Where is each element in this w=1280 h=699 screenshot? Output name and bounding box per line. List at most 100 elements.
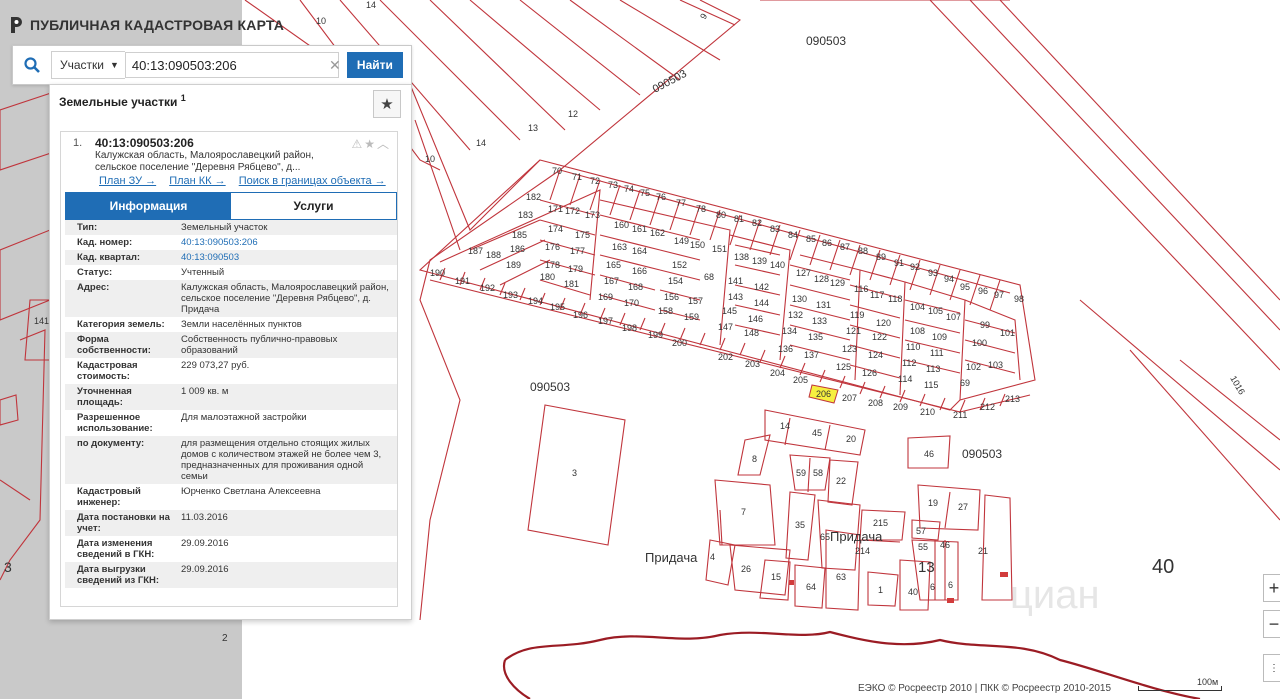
svg-text:102: 102: [966, 362, 981, 372]
clear-icon[interactable]: ✕: [329, 57, 341, 74]
star-icon[interactable]: ★: [364, 137, 377, 151]
svg-text:71: 71: [572, 172, 582, 182]
strip-label: 13: [528, 123, 538, 133]
svg-text:166: 166: [632, 266, 647, 276]
svg-text:178: 178: [545, 260, 560, 270]
svg-text:152: 152: [672, 260, 687, 270]
svg-text:14: 14: [780, 421, 790, 431]
road-label: 1016: [1228, 374, 1247, 396]
svg-text:111: 111: [930, 348, 944, 358]
svg-text:59: 59: [796, 468, 806, 478]
svg-text:134: 134: [782, 326, 797, 336]
svg-text:139: 139: [752, 256, 767, 266]
scale-bar: [1138, 686, 1222, 691]
result-index: 1.: [73, 137, 83, 149]
info-key: Кад. номер:: [65, 235, 179, 250]
svg-text:92: 92: [910, 262, 920, 272]
info-value-link[interactable]: 40:13:090503:206: [179, 235, 397, 250]
svg-text:19: 19: [928, 498, 938, 508]
svg-text:213: 213: [1005, 394, 1020, 404]
card-tools: ⚠★︿: [351, 135, 391, 152]
svg-text:94: 94: [944, 274, 954, 284]
svg-text:177: 177: [570, 246, 585, 256]
svg-text:207: 207: [842, 393, 857, 403]
info-table: Тип: Земельный участок Кад. номер: 40:13:09…: [65, 220, 397, 588]
info-row: Адрес: Калужская область, Малоярославецки…: [65, 280, 397, 317]
svg-text:99: 99: [980, 320, 990, 330]
search-category-select[interactable]: Участки ▼: [51, 51, 125, 79]
svg-text:144: 144: [754, 298, 769, 308]
info-row: Кад. квартал: 40:13:090503: [65, 250, 397, 265]
svg-text:63: 63: [836, 572, 846, 582]
svg-text:98: 98: [1014, 294, 1024, 304]
info-value-link[interactable]: 40:13:090503: [179, 250, 397, 265]
chevron-up-icon[interactable]: ︿: [377, 137, 391, 151]
svg-text:215: 215: [873, 518, 888, 528]
info-row: Кадастровая стоимость: 229 073,27 руб.: [65, 358, 397, 384]
svg-text:146: 146: [748, 314, 763, 324]
info-value: 1 009 кв. м: [179, 384, 397, 410]
search-in-bounds-link[interactable]: Поиск в границах объекта →: [239, 175, 386, 187]
svg-text:196: 196: [573, 310, 588, 320]
svg-text:172: 172: [565, 206, 580, 216]
svg-text:205: 205: [793, 375, 808, 385]
svg-text:181: 181: [564, 279, 579, 289]
svg-text:113: 113: [926, 364, 940, 374]
svg-text:85: 85: [806, 234, 816, 244]
zoom-out-button[interactable]: −: [1263, 610, 1280, 638]
area-label: 2: [222, 633, 228, 644]
svg-text:120: 120: [876, 318, 891, 328]
svg-text:180: 180: [540, 272, 555, 282]
svg-text:140: 140: [770, 260, 785, 270]
svg-text:151: 151: [712, 244, 727, 254]
highlighted-plot-label: 206: [816, 389, 831, 399]
info-key: по документу:: [65, 436, 179, 484]
svg-text:160: 160: [614, 220, 629, 230]
svg-text:186: 186: [510, 244, 525, 254]
info-row: Кад. номер: 40:13:090503:206: [65, 235, 397, 250]
svg-text:108: 108: [910, 326, 925, 336]
info-value: Земельный участок: [179, 220, 397, 235]
svg-text:133: 133: [812, 316, 827, 326]
area-label: 141: [34, 316, 49, 326]
result-card[interactable]: 1. 40:13:090503:206 ⚠★︿ Калужская област…: [60, 131, 398, 607]
tab-information[interactable]: Информация: [66, 193, 231, 219]
svg-text:15: 15: [771, 572, 781, 582]
svg-text:101: 101: [1000, 328, 1015, 338]
building-marker: [947, 598, 954, 603]
svg-text:45: 45: [812, 428, 822, 438]
info-value: 11.03.2016: [179, 510, 397, 536]
svg-text:195: 195: [550, 302, 565, 312]
svg-text:168: 168: [628, 282, 643, 292]
svg-text:3: 3: [572, 468, 577, 478]
info-key: Дата постановки на учет:: [65, 510, 179, 536]
plan-zu-link[interactable]: План ЗУ →: [99, 175, 156, 187]
svg-text:80: 80: [716, 210, 726, 220]
search-button[interactable]: Найти: [346, 52, 403, 78]
warning-icon[interactable]: ⚠: [351, 137, 364, 151]
svg-text:26: 26: [741, 564, 751, 574]
svg-text:57: 57: [916, 526, 926, 536]
svg-text:173: 173: [585, 210, 600, 220]
favorites-button[interactable]: ★: [373, 90, 401, 118]
svg-text:169: 169: [598, 292, 613, 302]
info-key: Разрешенное использование:: [65, 410, 179, 436]
info-value: Собственность публично-правовых образова…: [179, 332, 397, 358]
info-key: Кадастровая стоимость:: [65, 358, 179, 384]
plan-kk-link[interactable]: План КК →: [169, 175, 225, 187]
search-input[interactable]: [124, 52, 339, 78]
svg-text:143: 143: [728, 292, 743, 302]
svg-text:22: 22: [836, 476, 846, 486]
search-category-label: Участки: [60, 58, 104, 72]
info-key: Статус:: [65, 265, 179, 280]
quarter-label: 090503: [806, 34, 846, 48]
zoom-in-button[interactable]: +: [1263, 574, 1280, 602]
svg-text:136: 136: [778, 344, 793, 354]
svg-text:84: 84: [788, 230, 798, 240]
search-icon[interactable]: [13, 46, 51, 84]
svg-text:103: 103: [988, 360, 1003, 370]
svg-text:147: 147: [718, 322, 733, 332]
building-marker: [1000, 572, 1008, 577]
layers-icon[interactable]: ⋮: [1263, 654, 1280, 682]
tab-services[interactable]: Услуги: [231, 193, 396, 219]
